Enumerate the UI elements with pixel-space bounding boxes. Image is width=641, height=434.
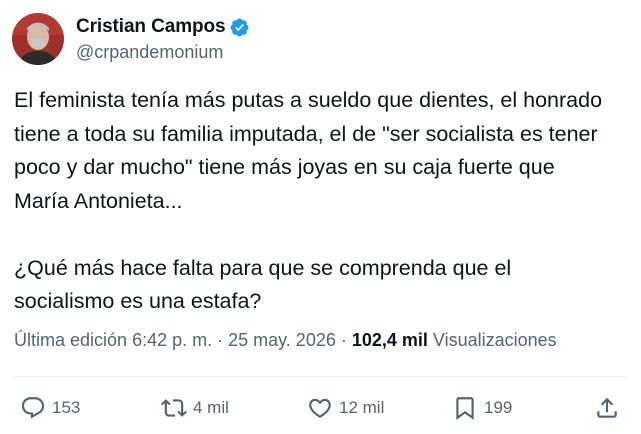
meta-separator-2: · bbox=[340, 330, 347, 350]
bookmark-button[interactable]: 199 bbox=[452, 388, 512, 428]
tweet: Cristian Campos @crpandemonium El femini… bbox=[0, 0, 641, 434]
user-handle[interactable]: @crpandemonium bbox=[76, 40, 250, 64]
like-button[interactable]: 12 mil bbox=[307, 388, 384, 428]
bookmark-icon bbox=[456, 397, 474, 420]
tweet-text: El feminista tenía más putas a sueldo qu… bbox=[14, 88, 603, 313]
author-block: Cristian Campos @crpandemonium bbox=[76, 14, 250, 64]
repost-icon bbox=[161, 399, 187, 417]
post-date[interactable]: 25 may. 2026 bbox=[228, 330, 336, 350]
reply-icon bbox=[21, 397, 45, 419]
action-bar: 153 4 mil 12 mil 199 bbox=[0, 388, 641, 428]
post-time[interactable]: 6:42 p. m. bbox=[132, 330, 212, 350]
avatar-image bbox=[12, 13, 64, 65]
tweet-header: Cristian Campos @crpandemonium bbox=[12, 12, 250, 66]
tweet-meta: Última edición 6:42 p. m. · 25 may. 2026 · 1… bbox=[14, 327, 557, 353]
name-row: Cristian Campos bbox=[76, 14, 250, 40]
verified-badge-icon[interactable] bbox=[229, 17, 250, 38]
avatar[interactable] bbox=[12, 13, 64, 65]
divider bbox=[14, 376, 626, 377]
display-name[interactable]: Cristian Campos bbox=[76, 16, 226, 38]
reply-button[interactable]: 153 bbox=[20, 388, 80, 428]
views-count[interactable]: 102,4 mil bbox=[352, 330, 428, 350]
share-icon bbox=[597, 397, 617, 418]
like-count: 12 mil bbox=[339, 398, 385, 417]
reply-count: 153 bbox=[52, 398, 81, 417]
repost-button[interactable]: 4 mil bbox=[161, 388, 229, 428]
views-label[interactable]: Visualizaciones bbox=[433, 330, 557, 350]
meta-separator: · bbox=[217, 330, 224, 350]
bookmark-count: 199 bbox=[484, 398, 513, 417]
edited-label[interactable]: Última edición bbox=[14, 330, 127, 350]
repost-count: 4 mil bbox=[193, 398, 229, 417]
share-button[interactable] bbox=[594, 388, 620, 428]
like-icon bbox=[309, 398, 331, 418]
